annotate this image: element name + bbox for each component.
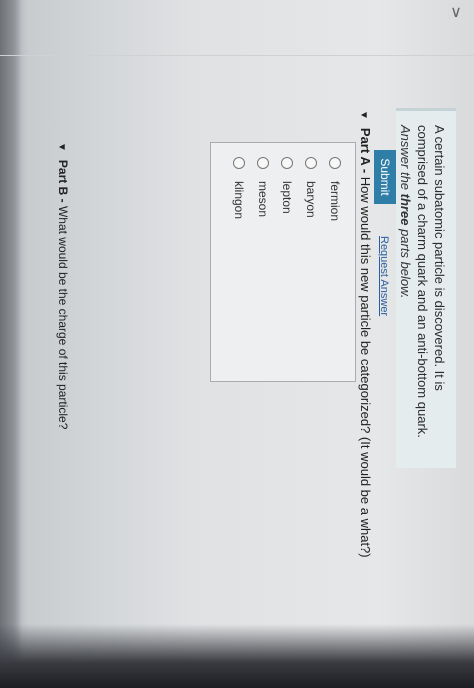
choice-fermion[interactable]: fermion xyxy=(323,157,347,367)
part-b-header[interactable]: ▼ Part B - What would be the charge of th… xyxy=(56,142,70,429)
photo-bottom-edge xyxy=(0,624,474,688)
request-answer-link[interactable]: Request Answer xyxy=(378,236,390,316)
question-intro: A certain subatomic particle is discover… xyxy=(396,108,456,468)
choice-meson[interactable]: meson xyxy=(251,157,275,367)
divider xyxy=(33,0,34,688)
part-a-label: Part A - xyxy=(358,127,373,174)
part-b-label: Part B - xyxy=(56,159,70,203)
answer-choices: fermion baryon lepton meson klingon xyxy=(210,142,356,382)
divider xyxy=(0,55,474,56)
radio-button[interactable] xyxy=(305,157,317,169)
submit-button[interactable]: Submit xyxy=(374,150,396,204)
radio-button[interactable] xyxy=(233,157,245,169)
triangle-down-icon[interactable]: ▼ xyxy=(358,110,369,120)
choice-label: baryon xyxy=(304,181,318,218)
choice-klingon[interactable]: klingon xyxy=(227,157,251,367)
question-page: ∨ A certain subatomic particle is discov… xyxy=(0,0,474,688)
part-a-header[interactable]: ▼ Part A - How would this new particle be… xyxy=(358,110,373,558)
choice-label: fermion xyxy=(328,181,342,222)
choice-baryon[interactable]: baryon xyxy=(299,157,323,367)
chevron-down-icon[interactable]: ∨ xyxy=(450,2,462,22)
radio-button[interactable] xyxy=(257,157,269,169)
intro-text: A certain subatomic particle is discover… xyxy=(415,125,447,438)
radio-button[interactable] xyxy=(329,157,341,169)
part-a-question: How would this new particle be categoriz… xyxy=(358,176,373,558)
triangle-down-icon[interactable]: ▼ xyxy=(56,142,67,152)
part-b-question: What would be the charge of this particl… xyxy=(56,205,70,430)
intro-note: Answer the three parts below. xyxy=(398,125,413,299)
choice-lepton[interactable]: lepton xyxy=(275,157,299,367)
intro-note-bold: three xyxy=(398,193,413,226)
choice-label: lepton xyxy=(280,181,294,214)
radio-button[interactable] xyxy=(281,157,293,169)
choice-label: meson xyxy=(256,181,270,218)
choice-label: klingon xyxy=(232,181,246,220)
